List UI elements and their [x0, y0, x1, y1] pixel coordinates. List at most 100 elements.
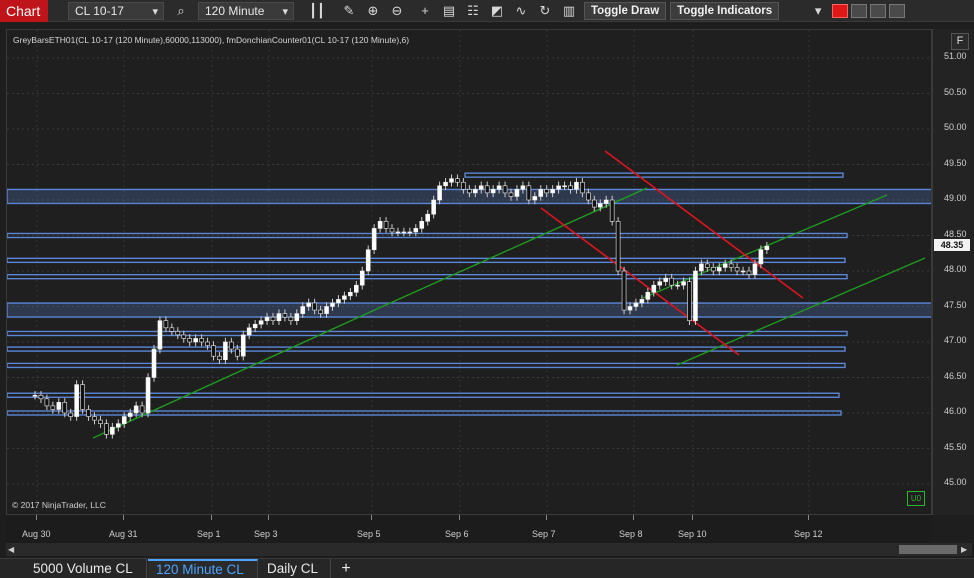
properties-icon[interactable]: ☷ — [462, 1, 484, 21]
candle-body — [645, 291, 651, 300]
scroll-thumb[interactable] — [899, 545, 957, 554]
candle-body — [187, 338, 192, 343]
toggle-indicators-button[interactable]: Toggle Indicators — [670, 1, 780, 20]
candle-body — [586, 192, 591, 201]
candle-body — [449, 178, 454, 183]
candle-body — [157, 320, 163, 350]
price-panel[interactable]: GreyBarsETH01(CL 10-17 (120 Minute),6000… — [6, 29, 932, 515]
candle-body — [633, 302, 639, 307]
time-tick-label: Sep 3 — [254, 529, 278, 539]
chart-style-icon[interactable]: ┃┃ — [306, 1, 328, 21]
interval-selector[interactable]: 120 Minute ▾ — [198, 1, 294, 20]
add-tab-button[interactable]: + — [336, 559, 356, 578]
candle-body — [455, 178, 460, 183]
scroll-left-icon[interactable]: ◀ — [8, 544, 18, 555]
candle-body — [568, 185, 573, 190]
close-icon[interactable] — [889, 3, 906, 18]
candle-body — [526, 185, 532, 201]
interval-value: 120 Minute — [205, 3, 265, 18]
candle-body — [121, 416, 127, 424]
zoom-out-icon[interactable]: ⊖ — [386, 1, 408, 21]
f-button[interactable]: F — [951, 33, 969, 50]
u0-badge[interactable]: U0 — [907, 491, 925, 506]
zoom-in-icon[interactable]: ⊕ — [362, 1, 384, 21]
candle-body — [437, 185, 442, 201]
indicators-icon[interactable]: ∿ — [510, 1, 532, 21]
time-tick-label: Sep 7 — [532, 529, 556, 539]
time-tick-label: Aug 31 — [109, 529, 138, 539]
candle-body — [276, 313, 282, 322]
candle-body — [252, 323, 258, 329]
candle-body — [705, 263, 710, 268]
reload-icon[interactable]: ↻ — [534, 1, 556, 21]
time-tick-label: Sep 1 — [197, 529, 221, 539]
candle-body — [205, 341, 210, 346]
price-level — [7, 362, 846, 369]
candle-body — [639, 299, 645, 304]
price-level — [7, 257, 846, 264]
candle-body — [591, 199, 597, 208]
tab-5000-volume[interactable]: 5000 Volume CL — [25, 559, 147, 578]
pencil-icon[interactable]: ✎ — [338, 1, 360, 21]
maximize-icon[interactable] — [870, 3, 887, 18]
search-icon[interactable]: ⌕ — [170, 1, 192, 21]
candle-body — [621, 270, 627, 311]
time-tick-label: Sep 8 — [619, 529, 643, 539]
candle-body — [371, 228, 377, 250]
candle-body — [472, 189, 478, 194]
time-tick-mark — [692, 515, 693, 520]
scroll-right-icon[interactable]: ▶ — [961, 544, 971, 555]
candle-body — [710, 267, 716, 272]
candle-body — [229, 341, 234, 350]
candle-body — [532, 196, 538, 201]
time-tick-mark — [808, 515, 809, 520]
tab-120-minute[interactable]: 120 Minute CL — [148, 559, 258, 578]
candle-body — [514, 189, 520, 197]
strategies-icon[interactable]: ◩ — [486, 1, 508, 21]
candle-body — [181, 334, 187, 339]
candle-body — [32, 394, 38, 397]
data-box-icon[interactable]: ▤ — [438, 1, 460, 21]
price-tick-label: 46.50 — [944, 370, 967, 381]
menu-dropdown-icon[interactable]: ▾ — [807, 1, 829, 21]
candle-body — [169, 327, 175, 332]
minimize-icon[interactable] — [851, 3, 868, 18]
candle-body — [139, 405, 145, 414]
price-level — [464, 172, 844, 178]
time-tick-mark — [371, 515, 372, 520]
candle-body — [282, 313, 288, 318]
price-tick-label: 45.50 — [944, 441, 967, 452]
candle-body — [764, 245, 770, 250]
candle-body — [306, 302, 312, 307]
candle-body — [193, 338, 198, 343]
candle-body — [484, 185, 490, 194]
time-tick-mark — [633, 515, 634, 520]
time-axis[interactable]: Aug 30 Aug 31 Sep 1 Sep 3 Sep 5 Sep 6 Sep 7 Sep… — [6, 515, 932, 543]
time-tick-label: Sep 12 — [794, 529, 823, 539]
templates-icon[interactable]: ▥ — [558, 1, 580, 21]
candle-body — [550, 189, 555, 194]
candle-body — [365, 249, 371, 272]
candle-body — [56, 402, 62, 410]
link-color-icon[interactable] — [832, 3, 849, 18]
candle-body — [211, 345, 216, 357]
time-tick-label: Sep 10 — [678, 529, 707, 539]
instrument-selector[interactable]: CL 10-17 ▾ — [68, 1, 164, 20]
candle-body — [217, 355, 222, 361]
candle-body — [270, 316, 276, 321]
horizontal-scrollbar[interactable]: ◀ ▶ — [6, 543, 972, 556]
tab-daily[interactable]: Daily CL — [259, 559, 331, 578]
candle-body — [693, 270, 698, 322]
price-level — [7, 330, 848, 337]
candle-body — [502, 185, 508, 194]
candle-body — [330, 302, 335, 307]
grid — [7, 30, 931, 514]
toolbar: Chart CL 10-17 ▾ ⌕ 120 Minute ▾ ┃┃ ✎ ⊕ ⊖… — [0, 0, 974, 22]
candle-body — [627, 306, 633, 311]
price-axis[interactable]: 51.00 50.50 50.00 49.50 49.00 48.50 48.00 47.50… — [932, 29, 974, 515]
candle-body — [461, 181, 466, 190]
candle-body — [74, 384, 79, 417]
crosshair-icon[interactable]: + — [414, 1, 436, 21]
red-trendline — [540, 207, 740, 356]
toggle-draw-button[interactable]: Toggle Draw — [584, 1, 667, 20]
